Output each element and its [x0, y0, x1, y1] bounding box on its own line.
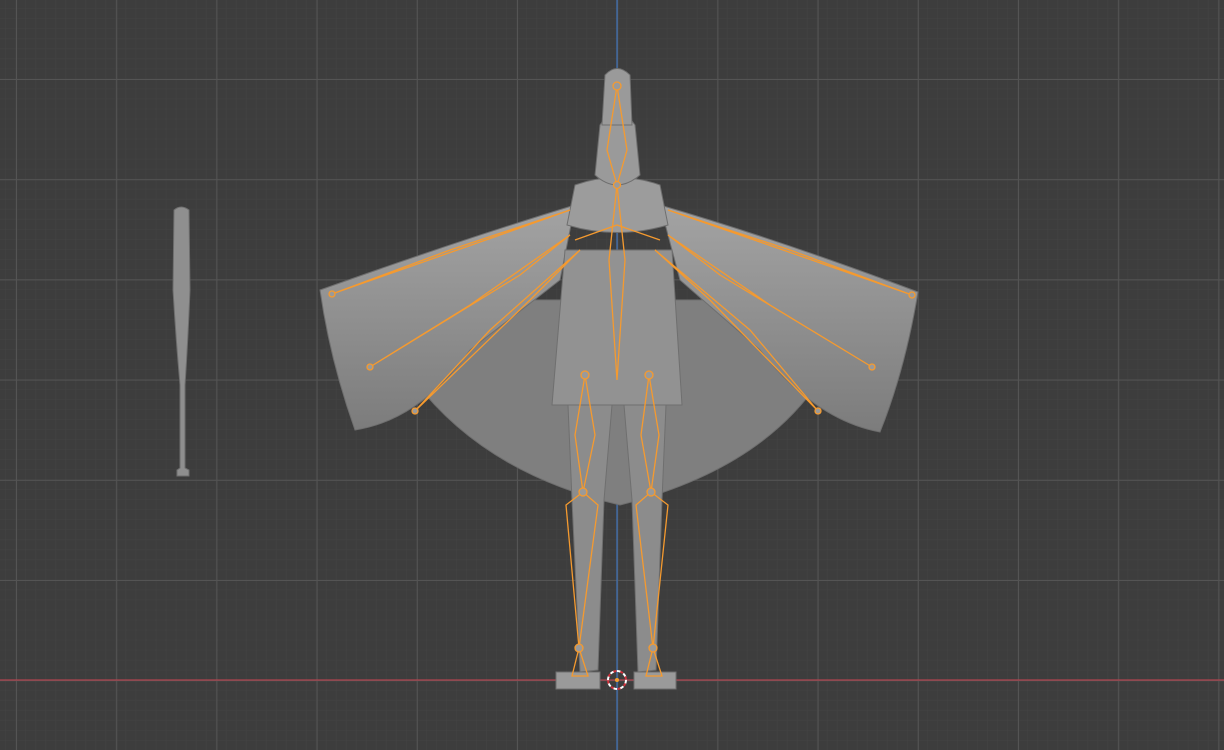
viewport-canvas[interactable] [0, 0, 1224, 750]
hair-bun [601, 68, 633, 126]
left-shoe [555, 671, 601, 690]
3d-viewport[interactable] [0, 0, 1224, 750]
coat [551, 249, 683, 406]
right-shoe [633, 671, 677, 690]
